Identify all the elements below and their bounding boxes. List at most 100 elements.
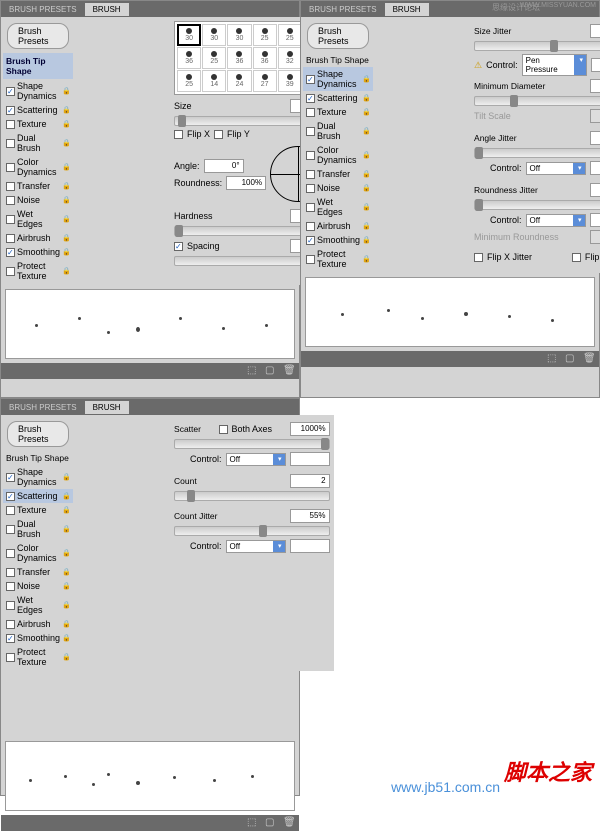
checkbox-icon[interactable] (6, 87, 15, 96)
new-icon[interactable]: ▢ (265, 365, 277, 377)
sidebar-airbrush[interactable]: Airbrush🔒 (303, 219, 373, 233)
brush-thumb[interactable]: 25 (278, 24, 302, 46)
count-slider[interactable] (174, 491, 330, 501)
toggle-icon[interactable]: ⬚ (247, 817, 259, 829)
checkbox-icon[interactable] (6, 568, 15, 577)
brush-thumb[interactable]: 30 (202, 24, 226, 46)
checkbox-icon[interactable] (306, 184, 315, 193)
checkbox-icon[interactable] (6, 506, 15, 515)
sidebar-dual-brush[interactable]: Dual Brush🔒 (3, 131, 73, 155)
tab-brush[interactable]: BRUSH (385, 3, 429, 16)
sidebar-tip-shape[interactable]: Brush Tip Shape (3, 451, 73, 465)
sidebar-wet-edges[interactable]: Wet Edges🔒 (3, 207, 73, 231)
checkbox-icon[interactable] (6, 120, 15, 129)
sidebar-texture[interactable]: Texture🔒 (3, 117, 73, 131)
sidebar-dual-brush[interactable]: Dual Brush🔒 (303, 119, 373, 143)
brush-thumb[interactable]: 25 (177, 70, 201, 92)
roundness-value[interactable]: 100% (226, 176, 266, 190)
sidebar-transfer[interactable]: Transfer🔒 (3, 179, 73, 193)
sidebar-scattering[interactable]: Scattering🔒 (3, 103, 73, 117)
checkbox-icon[interactable] (6, 549, 15, 558)
checkbox-icon[interactable] (6, 620, 15, 629)
sidebar-noise[interactable]: Noise🔒 (3, 579, 73, 593)
brush-thumb[interactable]: 25 (202, 47, 226, 69)
control-value[interactable] (290, 452, 330, 466)
checkbox-icon[interactable] (306, 222, 315, 231)
control-value[interactable] (591, 58, 600, 72)
sidebar-airbrush[interactable]: Airbrush🔒 (3, 231, 73, 245)
sidebar-shape-dynamics[interactable]: Shape Dynamics🔒 (3, 79, 73, 103)
control-dropdown[interactable]: Pen Pressure (522, 54, 587, 76)
checkbox-icon[interactable] (6, 196, 15, 205)
angle-value[interactable]: 0° (204, 159, 244, 173)
brush-thumb[interactable]: 36 (227, 47, 251, 69)
scatter-slider[interactable] (174, 439, 330, 449)
trash-icon[interactable]: 🗑 (283, 817, 295, 829)
sidebar-scattering[interactable]: Scattering🔒 (303, 91, 373, 105)
new-icon[interactable]: ▢ (565, 353, 577, 365)
brush-presets-button[interactable]: Brush Presets (7, 23, 69, 49)
sidebar-color-dynamics[interactable]: Color Dynamics🔒 (303, 143, 373, 167)
sidebar-wet-edges[interactable]: Wet Edges🔒 (303, 195, 373, 219)
tab-brush[interactable]: BRUSH (85, 3, 129, 16)
spacing-checkbox[interactable] (174, 242, 183, 251)
sidebar-protect-texture[interactable]: Protect Texture🔒 (303, 247, 373, 271)
trash-icon[interactable]: 🗑 (283, 365, 295, 377)
tab-presets[interactable]: BRUSH PRESETS (301, 3, 385, 16)
checkbox-icon[interactable] (306, 127, 315, 136)
sidebar-color-dynamics[interactable]: Color Dynamics🔒 (3, 541, 73, 565)
brush-thumb[interactable]: 30 (227, 24, 251, 46)
sidebar-texture[interactable]: Texture🔒 (3, 503, 73, 517)
sidebar-airbrush[interactable]: Airbrush🔒 (3, 617, 73, 631)
flipy-checkbox[interactable] (214, 130, 223, 139)
flipy-jitter-checkbox[interactable] (572, 253, 581, 262)
sidebar-tip-shape[interactable]: Brush Tip Shape (303, 53, 373, 67)
both-axes-checkbox[interactable] (219, 425, 228, 434)
checkbox-icon[interactable] (306, 255, 315, 264)
size-jitter-slider[interactable] (474, 41, 600, 51)
checkbox-icon[interactable] (6, 248, 15, 257)
control-value[interactable] (290, 539, 330, 553)
brush-thumb[interactable]: 30 (177, 24, 201, 46)
checkbox-icon[interactable] (306, 203, 315, 212)
sidebar-noise[interactable]: Noise🔒 (303, 181, 373, 195)
checkbox-icon[interactable] (306, 108, 315, 117)
sidebar-noise[interactable]: Noise🔒 (3, 193, 73, 207)
checkbox-icon[interactable] (6, 492, 15, 501)
brush-thumb[interactable]: 25 (253, 24, 277, 46)
sidebar-wet-edges[interactable]: Wet Edges🔒 (3, 593, 73, 617)
control-value[interactable] (590, 213, 600, 227)
brush-thumb[interactable]: 36 (253, 47, 277, 69)
tab-presets[interactable]: BRUSH PRESETS (1, 401, 85, 414)
control-dropdown[interactable]: Off (526, 162, 586, 175)
toggle-icon[interactable]: ⬚ (547, 353, 559, 365)
scatter-value[interactable]: 1000% (290, 422, 330, 436)
flipx-jitter-checkbox[interactable] (474, 253, 483, 262)
angle-jitter-value[interactable]: 0% (590, 131, 600, 145)
count-value[interactable]: 2 (290, 474, 330, 488)
brush-thumb[interactable]: 39 (278, 70, 302, 92)
sidebar-scattering[interactable]: Scattering🔒 (3, 489, 73, 503)
checkbox-icon[interactable] (6, 139, 15, 148)
checkbox-icon[interactable] (6, 182, 15, 191)
trash-icon[interactable]: 🗑 (583, 353, 595, 365)
sidebar-transfer[interactable]: Transfer🔒 (3, 565, 73, 579)
roundness-jitter-value[interactable]: 0% (590, 183, 600, 197)
checkbox-icon[interactable] (6, 215, 15, 224)
sidebar-smoothing[interactable]: Smoothing🔒 (303, 233, 373, 247)
control-dropdown[interactable]: Off (226, 453, 286, 466)
sidebar-tip-shape[interactable]: Brush Tip Shape (3, 53, 73, 79)
min-diameter-slider[interactable] (474, 96, 600, 106)
brush-thumb[interactable]: 24 (227, 70, 251, 92)
toggle-icon[interactable]: ⬚ (247, 365, 259, 377)
sidebar-shape-dynamics[interactable]: Shape Dynamics🔒 (3, 465, 73, 489)
tab-brush[interactable]: BRUSH (85, 401, 129, 414)
checkbox-icon[interactable] (306, 94, 315, 103)
tab-presets[interactable]: BRUSH PRESETS (1, 3, 85, 16)
brush-presets-button[interactable]: Brush Presets (7, 421, 69, 447)
sidebar-color-dynamics[interactable]: Color Dynamics🔒 (3, 155, 73, 179)
brush-thumb[interactable]: 36 (177, 47, 201, 69)
checkbox-icon[interactable] (6, 582, 15, 591)
checkbox-icon[interactable] (306, 151, 315, 160)
checkbox-icon[interactable] (6, 634, 15, 643)
